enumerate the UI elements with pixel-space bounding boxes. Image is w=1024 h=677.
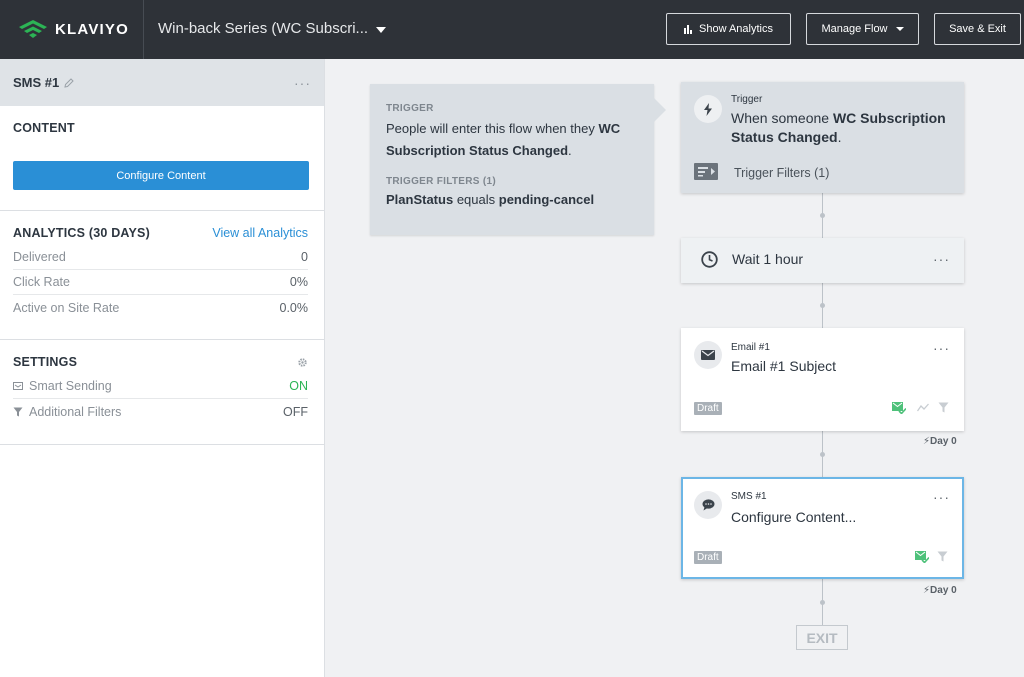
analytics-value: 0.0% [279,300,309,315]
view-all-analytics-link[interactable]: View all Analytics [212,226,308,240]
connector-dot [820,303,825,308]
content-section: CONTENT Configure Content [0,106,324,211]
klaviyo-logo[interactable]: KLAVIYO [17,19,129,39]
chevron-down-icon [895,27,904,31]
trigger-info-card: TRIGGER People will enter this flow when… [370,84,666,235]
trigger-node-prefix: When someone [731,110,830,126]
trigger-node-caption: Trigger [731,94,763,105]
settings-row-additional-filters[interactable]: Additional Filters OFF [13,399,308,424]
analytics-label: Active on Site Rate [13,300,120,315]
save-exit-button[interactable]: Save & Exit [934,13,1021,45]
manage-flow-button[interactable]: Manage Flow [806,13,919,45]
chat-bubble-icon [694,491,722,519]
configure-content-button[interactable]: Configure Content [13,161,309,190]
analytics-value: 0 [301,250,308,264]
sms-node[interactable]: SMS #1 Configure Content... ··· Draft [681,477,964,579]
trend-icon [917,403,929,412]
wait-label: Wait 1 hour [732,251,804,267]
sms-node-caption: SMS #1 [731,491,767,502]
trigger-node-text: When someone WC Subscription Status Chan… [731,109,951,147]
trigger-caption: TRIGGER [386,103,434,114]
manage-flow-label: Manage Flow [821,23,888,35]
sms-status-badge: Draft [694,551,722,564]
show-analytics-button[interactable]: Show Analytics [666,13,791,45]
analytics-section: ANALYTICS (30 DAYS) View all Analytics D… [0,211,324,340]
clock-icon [701,251,718,268]
analytics-heading: ANALYTICS (30 DAYS) [13,226,150,240]
sidebar-title[interactable]: SMS #1 [13,75,74,90]
sidebar: SMS #1 ··· CONTENT Configure Content ANA… [0,59,325,677]
header-divider [143,0,144,59]
exit-node: EXIT [796,625,848,650]
filters-caption: TRIGGER FILTERS (1) [386,176,496,187]
email-node-caption: Email #1 [731,342,770,353]
envelope-icon [694,341,722,369]
trigger-text: People will enter this flow when they [386,121,595,136]
lightning-small-icon: ⚡ [923,585,931,596]
trigger-node-suffix: . [837,129,842,145]
wait-node[interactable]: Wait 1 hour ··· [681,238,964,283]
analytics-label: Delivered [13,250,66,264]
email-node-subject: Email #1 Subject [731,358,837,374]
filter-operator: equals [456,192,496,207]
settings-heading: SETTINGS [13,355,78,369]
filter-field: PlanStatus [386,192,454,207]
bar-chart-icon [684,24,693,34]
settings-label: Smart Sending [13,379,112,393]
connector-dot [820,600,825,605]
save-exit-label: Save & Exit [949,23,1006,35]
smart-sending-icon [13,381,23,390]
additional-filters-label: Additional Filters [29,404,122,419]
filter-icon [937,551,948,562]
sms-delay-label: ⚡Day 0 [923,585,957,596]
sms-more-icon[interactable]: ··· [933,489,950,505]
filter-value: pending-cancel [498,192,595,207]
pencil-icon[interactable] [64,77,74,88]
analytics-value: 0% [289,275,308,289]
wifi-logo-icon [19,20,47,38]
connector-dot [820,213,825,218]
email-delay-label: ⚡Day 0 [923,436,957,447]
settings-section: SETTINGS Smart Sending ON Additional Fil… [0,340,324,445]
flow-title[interactable]: Win-back Series (WC Subscri... [158,20,368,37]
settings-label: Additional Filters [13,405,121,419]
analytics-label: Click Rate [13,275,70,289]
trigger-description: People will enter this flow when they WC… [386,118,638,162]
top-bar: KLAVIYO Win-back Series (WC Subscri... S… [0,0,1024,59]
lightning-icon [694,95,722,123]
filter-description: PlanStatus equals pending-cancel [386,189,638,211]
smart-sending-check-icon [892,402,906,414]
filter-icon [13,407,23,416]
wait-more-icon[interactable]: ··· [933,251,950,267]
content-heading: CONTENT [13,121,75,135]
sidebar-title-text: SMS #1 [13,75,60,90]
email-node[interactable]: Email #1 Email #1 Subject ··· Draft [681,328,964,431]
email-status-badge: Draft [694,402,722,415]
email-day-text: Day 0 [930,436,957,447]
email-more-icon[interactable]: ··· [933,340,950,356]
additional-filters-value: OFF [283,404,308,419]
sms-day-text: Day 0 [930,585,957,596]
trigger-suffix: . [568,143,572,158]
sms-node-subject: Configure Content... [731,509,857,525]
analytics-row: Delivered 0 [13,245,308,270]
lightning-small-icon: ⚡ [923,436,931,447]
smart-sending-check-icon [915,551,929,563]
logo-text: KLAVIYO [55,20,129,38]
gear-icon[interactable] [297,357,308,368]
show-analytics-label: Show Analytics [699,23,773,35]
connector-dot [820,452,825,457]
filter-icon [938,402,949,413]
trigger-filters-label[interactable]: Trigger Filters (1) [734,166,829,180]
analytics-row: Active on Site Rate 0.0% [13,295,308,320]
settings-row-smart-sending[interactable]: Smart Sending ON [13,374,308,399]
trigger-filters-icon [694,163,718,180]
sidebar-header: SMS #1 ··· [0,59,324,106]
trigger-node[interactable]: Trigger When someone WC Subscription Sta… [681,82,964,193]
smart-sending-label: Smart Sending [29,379,112,393]
sidebar-more-icon[interactable]: ··· [294,75,311,91]
flow-title-chevron-down-icon[interactable] [376,27,386,33]
analytics-row: Click Rate 0% [13,270,308,295]
smart-sending-value: ON [289,379,308,393]
